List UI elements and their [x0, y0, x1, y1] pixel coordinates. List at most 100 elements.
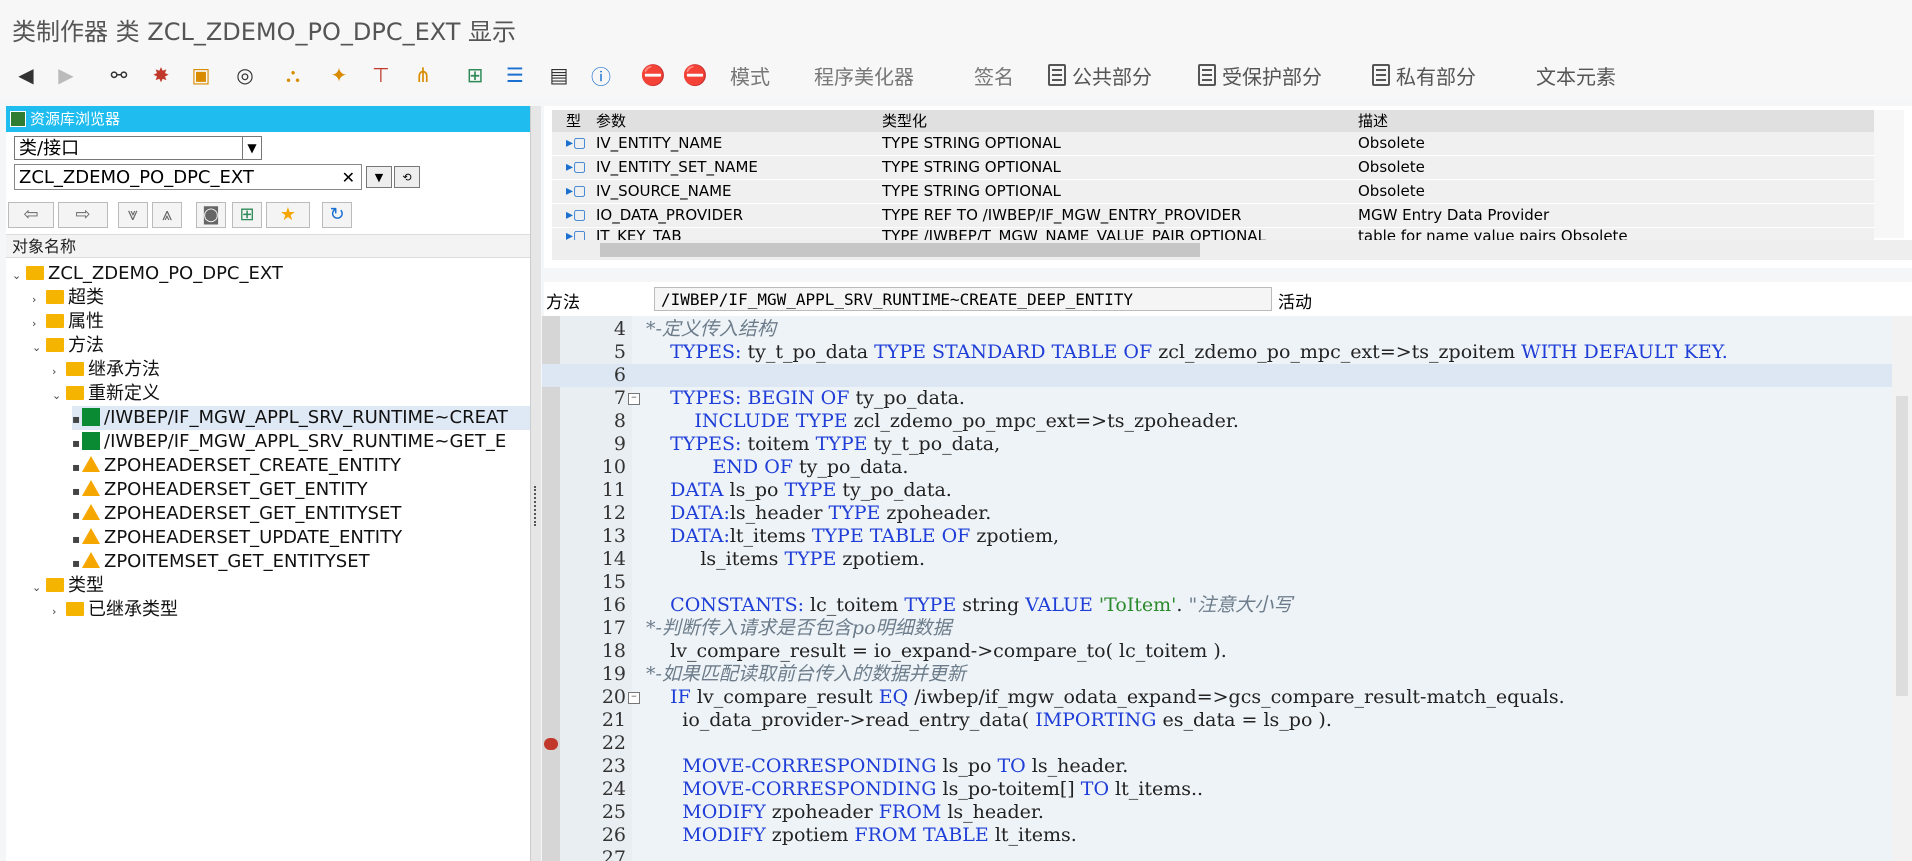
code-line[interactable]: 15: [542, 571, 1892, 594]
code-text[interactable]: TYPES: BEGIN OF ty_po_data.: [646, 387, 965, 410]
breakpoint-icon[interactable]: [544, 738, 558, 750]
editor-vertical-scrollbar[interactable]: [1892, 316, 1912, 861]
code-text[interactable]: *-判断传入请求是否包含po明细数据: [646, 617, 952, 640]
insert-icon[interactable]: ⊤: [366, 60, 396, 90]
find-icon[interactable]: ◙: [196, 202, 226, 228]
code-line[interactable]: 24 MOVE-CORRESPONDING ls_po-toitem[] TO …: [542, 778, 1892, 801]
tree-node-inherited-types[interactable]: › 已继承类型: [52, 598, 178, 622]
code-text[interactable]: TYPES: toitem TYPE ty_t_po_data,: [646, 433, 1000, 456]
chevron-right-icon[interactable]: ›: [52, 600, 66, 624]
code-line[interactable]: 25 MODIFY zpoheader FROM ls_header.: [542, 801, 1892, 824]
code-line[interactable]: 7 TYPES: BEGIN OF ty_po_data. −: [542, 387, 1892, 410]
tree-node-root[interactable]: ⌄ ZCL_ZDEMO_PO_DPC_EXT: [12, 262, 283, 286]
scrollbar-thumb[interactable]: [600, 243, 1200, 257]
fold-toggle-icon[interactable]: −: [628, 692, 640, 704]
text-elements-button[interactable]: 文本元素: [1536, 60, 1616, 90]
code-line[interactable]: 6: [542, 364, 1892, 387]
check-icon[interactable]: ✸: [146, 60, 176, 90]
code-editor[interactable]: 4 *-定义传入结构 5 TYPES: ty_t_po_data TYPE STAN…: [542, 316, 1912, 861]
code-line[interactable]: 19 *-如果匹配读取前台传入的数据并更新: [542, 663, 1892, 686]
code-line[interactable]: 17 *-判断传入请求是否包含po明细数据: [542, 617, 1892, 640]
col-type-header[interactable]: 型: [566, 110, 596, 132]
code-line[interactable]: 21 io_data_provider->read_entry_data( IM…: [542, 709, 1892, 732]
pattern-button[interactable]: 模式: [730, 60, 770, 90]
expand-all-icon[interactable]: ⩔: [118, 202, 148, 228]
tree-node-methods[interactable]: ⌄ 方法: [32, 334, 104, 358]
refresh-display-button[interactable]: ⟲: [394, 166, 420, 188]
code-text[interactable]: TYPES: ty_t_po_data TYPE STANDARD TABLE …: [646, 341, 1728, 364]
code-line[interactable]: 27: [542, 847, 1892, 861]
code-text[interactable]: *-定义传入结构: [646, 318, 776, 341]
magic-wand-icon[interactable]: ✦: [324, 60, 354, 90]
code-text[interactable]: ls_items TYPE zpotiem.: [646, 548, 925, 571]
refresh-icon[interactable]: ↻: [322, 202, 352, 228]
code-text[interactable]: END OF ty_po_data.: [646, 456, 908, 479]
tree-node-superclass[interactable]: › 超类: [32, 286, 104, 310]
display-change-icon[interactable]: ⚯: [104, 60, 134, 90]
collapse-all-icon[interactable]: ⩓: [152, 202, 182, 228]
col-param-header[interactable]: 参数: [596, 110, 882, 132]
code-line[interactable]: 5 TYPES: ty_t_po_data TYPE STANDARD TABL…: [542, 341, 1892, 364]
code-line[interactable]: 9 TYPES: toitem TYPE ty_t_po_data,: [542, 433, 1892, 456]
tree-node-method[interactable]: ▪ ZPOHEADERSET_GET_ENTITYSET: [72, 502, 401, 526]
table-row[interactable]: ▸▢ IV_ENTITY_SET_NAME TYPE STRING OPTION…: [552, 156, 1874, 180]
stop-icon[interactable]: ⛔: [638, 60, 668, 90]
code-text[interactable]: CONSTANTS: lc_toitem TYPE string VALUE '…: [646, 594, 1292, 617]
tree-node-types[interactable]: ⌄ 类型: [32, 574, 104, 598]
code-line[interactable]: 18 lv_compare_result = io_expand->compar…: [542, 640, 1892, 663]
code-line[interactable]: 10 END OF ty_po_data.: [542, 456, 1892, 479]
pretty-printer-button[interactable]: 程序美化器: [814, 60, 914, 90]
code-text[interactable]: INCLUDE TYPE zcl_zdemo_po_mpc_ext=>ts_zp…: [646, 410, 1239, 433]
hierarchy-icon[interactable]: ⋔: [408, 60, 438, 90]
chevron-down-icon[interactable]: ▼: [242, 137, 261, 159]
tree-node-method[interactable]: ▪/IWBEP/IF_MGW_APPL_SRV_RUNTIME~CREAT: [72, 406, 530, 430]
table-vertical-scrollbar[interactable]: [1874, 110, 1904, 238]
code-text[interactable]: MODIFY zpotiem FROM TABLE lt_items.: [646, 824, 1077, 847]
private-section-button[interactable]: 私有部分: [1372, 60, 1476, 90]
vertical-splitter[interactable]: [531, 106, 541, 861]
chevron-right-icon[interactable]: ›: [32, 312, 46, 336]
layout-icon[interactable]: ▤: [544, 60, 574, 90]
tree-node-redefinitions[interactable]: ⌄ 重新定义: [52, 382, 160, 406]
public-section-button[interactable]: 公共部分: [1048, 60, 1152, 90]
code-text[interactable]: DATA ls_po TYPE ty_po_data.: [646, 479, 952, 502]
code-line[interactable]: 26 MODIFY zpotiem FROM TABLE lt_items.: [542, 824, 1892, 847]
tree-node-method[interactable]: ▪ ZPOHEADERSET_UPDATE_ENTITY: [72, 526, 402, 550]
nav-forward-icon[interactable]: ⇨: [58, 202, 108, 228]
code-line[interactable]: 8 INCLUDE TYPE zcl_zdemo_po_mpc_ext=>ts_…: [542, 410, 1892, 433]
activate-icon[interactable]: ▣: [186, 60, 216, 90]
tree-node-inherited-methods[interactable]: › 继承方法: [52, 358, 160, 382]
code-text[interactable]: MODIFY zpoheader FROM ls_header.: [646, 801, 1044, 824]
forward-arrow-icon[interactable]: ▶: [50, 60, 82, 90]
code-line[interactable]: 23 MOVE-CORRESPONDING ls_po TO ls_header…: [542, 755, 1892, 778]
chevron-down-icon[interactable]: ⌄: [32, 576, 46, 600]
tree-node-attributes[interactable]: › 属性: [32, 310, 104, 334]
nav-back-icon[interactable]: ⇦: [8, 202, 54, 228]
table-row[interactable]: ▸▢ IV_SOURCE_NAME TYPE STRING OPTIONAL O…: [552, 180, 1874, 204]
code-line[interactable]: 22: [542, 732, 1892, 755]
splitter-grip[interactable]: [534, 486, 540, 526]
code-line[interactable]: 4 *-定义传入结构: [542, 318, 1892, 341]
table-horizontal-scrollbar[interactable]: [552, 240, 1912, 260]
code-line[interactable]: 12 DATA:ls_header TYPE zpoheader.: [542, 502, 1892, 525]
object-list-icon[interactable]: ⛬: [278, 60, 308, 90]
tree-node-method[interactable]: ▪/IWBEP/IF_MGW_APPL_SRV_RUNTIME~GET_E: [72, 430, 506, 454]
code-line[interactable]: 20 IF lv_compare_result EQ /iwbep/if_mgw…: [542, 686, 1892, 709]
clear-icon[interactable]: ✕: [342, 165, 355, 191]
table-row[interactable]: ▸▢ IV_ENTITY_NAME TYPE STRING OPTIONAL O…: [552, 132, 1874, 156]
tree-icon[interactable]: ⊞: [232, 202, 262, 228]
code-text[interactable]: io_data_provider->read_entry_data( IMPOR…: [646, 709, 1332, 732]
code-line[interactable]: 16 CONSTANTS: lc_toitem TYPE string VALU…: [542, 594, 1892, 617]
list-icon[interactable]: ☰: [500, 60, 530, 90]
code-text[interactable]: IF lv_compare_result EQ /iwbep/if_mgw_od…: [646, 686, 1565, 709]
tree-node-method[interactable]: ▪ ZPOHEADERSET_GET_ENTITY: [72, 478, 368, 502]
chevron-down-icon[interactable]: ⌄: [52, 384, 66, 408]
favorites-star-icon[interactable]: ★: [266, 202, 310, 228]
code-text[interactable]: MOVE-CORRESPONDING ls_po-toitem[] TO lt_…: [646, 778, 1203, 801]
table-row[interactable]: ▸▢ IO_DATA_PROVIDER TYPE REF TO /IWBEP/I…: [552, 204, 1874, 228]
tree-node-method[interactable]: ▪ ZPOITEMSET_GET_ENTITYSET: [72, 550, 370, 574]
fold-toggle-icon[interactable]: −: [628, 393, 640, 405]
back-arrow-icon[interactable]: ◀: [10, 60, 42, 90]
code-text[interactable]: lv_compare_result = io_expand->compare_t…: [646, 640, 1227, 663]
code-line[interactable]: 14 ls_items TYPE zpotiem.: [542, 548, 1892, 571]
